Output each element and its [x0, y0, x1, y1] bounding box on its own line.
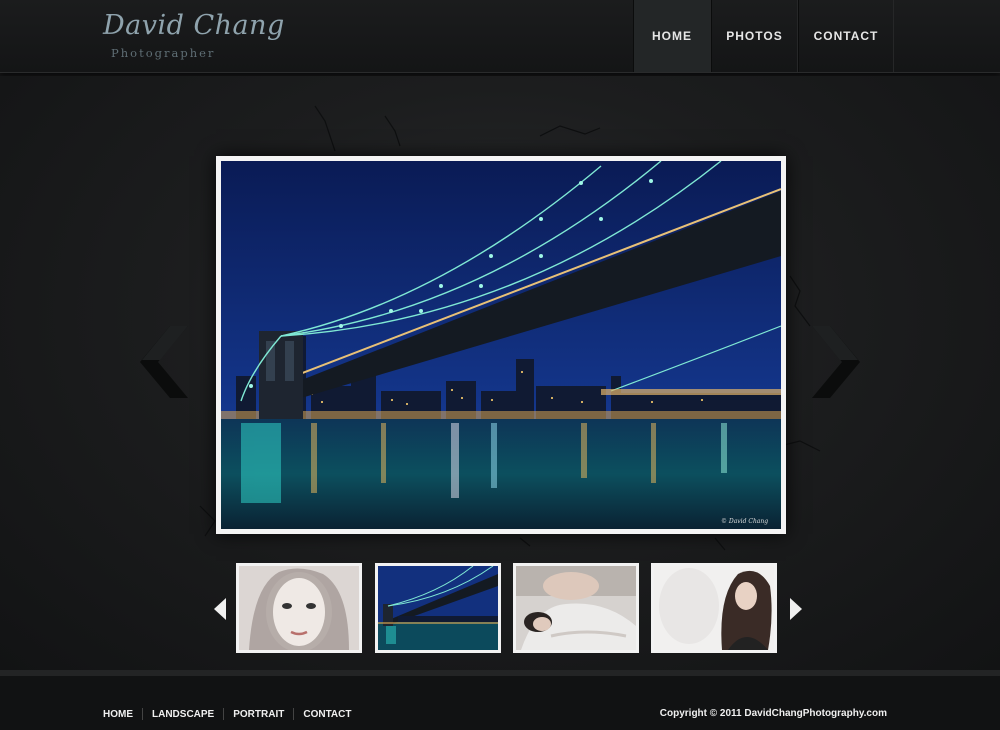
- woman-white-thumbnail: [654, 566, 774, 650]
- copyright-text: Copyright © 2011 DavidChangPhotography.c…: [659, 708, 887, 719]
- thumbnail-portrait-3[interactable]: [651, 563, 777, 653]
- logo-name: David Chang: [103, 10, 285, 41]
- footer-nav: HOME LANDSCAPE PORTRAIT CONTACT: [103, 708, 360, 720]
- main-photo-frame: © David Chang: [216, 156, 786, 534]
- site-header: David Chang Photographer HOME PHOTOS CON…: [0, 0, 1000, 73]
- thumbnail-bridge[interactable]: [375, 563, 501, 653]
- woman-lying-thumbnail: [516, 566, 636, 650]
- woman-portrait-thumbnail: [239, 566, 359, 650]
- site-footer: HOME LANDSCAPE PORTRAIT CONTACT Copyrigh…: [0, 670, 1000, 730]
- bridge-night-photo: © David Chang: [221, 161, 781, 529]
- nav-photos[interactable]: PHOTOS: [711, 0, 798, 72]
- chevron-left-icon[interactable]: [140, 326, 194, 398]
- nav-contact[interactable]: CONTACT: [798, 0, 894, 72]
- main-nav: HOME PHOTOS CONTACT: [633, 0, 894, 72]
- footer-link-landscape[interactable]: LANDSCAPE: [143, 709, 223, 720]
- thumbnail-portrait-1[interactable]: [236, 563, 362, 653]
- footer-link-home[interactable]: HOME: [103, 709, 142, 720]
- nav-home[interactable]: HOME: [633, 0, 711, 72]
- bridge-thumbnail: [378, 566, 498, 650]
- footer-link-portrait[interactable]: PORTRAIT: [224, 709, 293, 720]
- thumb-prev-icon[interactable]: [213, 598, 227, 620]
- thumb-next-icon[interactable]: [789, 598, 803, 620]
- svg-text:© David Chang: © David Chang: [721, 518, 768, 525]
- footer-link-contact[interactable]: CONTACT: [294, 709, 360, 720]
- thumbnail-portrait-2[interactable]: [513, 563, 639, 653]
- chevron-right-icon[interactable]: [806, 326, 860, 398]
- site-logo[interactable]: David Chang Photographer: [103, 6, 284, 66]
- logo-subtitle: Photographer: [111, 46, 216, 60]
